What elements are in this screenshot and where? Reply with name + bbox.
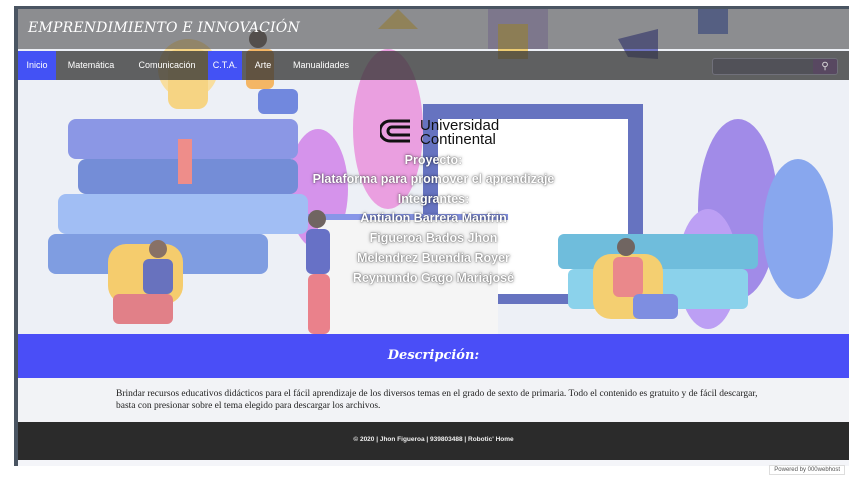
member-3: Melendrez Buendia Royer: [357, 251, 510, 265]
member-1: Antialon Barrera Manfrin: [360, 211, 507, 225]
project-name: Plataforma para promover el aprendizaje: [312, 172, 555, 186]
nav-item-manualidades[interactable]: Manualidades: [286, 51, 356, 80]
nav-item-arte[interactable]: Arte: [246, 51, 280, 80]
powered-by-badge[interactable]: Powered by 000webhost: [769, 465, 845, 475]
nav-item-matematica[interactable]: Matemática: [58, 51, 124, 80]
university-logo-icon: [380, 119, 410, 143]
hero-banner: EMPRENDIMIENTO E INNOVACIÓN Inicio Matem…: [18, 9, 849, 334]
description-section: Brindar recursos educativos didácticos p…: [18, 378, 849, 422]
footer-copyright: © 2020 | Jhon Figueroa | 939803488 | Rob…: [353, 436, 514, 443]
search-icon[interactable]: ⚲: [813, 59, 837, 74]
site-footer: © 2020 | Jhon Figueroa | 939803488 | Rob…: [18, 422, 849, 460]
members-label: Integrantes:: [397, 192, 470, 206]
nav-item-cta[interactable]: C.T.A.: [208, 51, 242, 80]
description-title: Descripción:: [387, 348, 480, 363]
main-navbar: Inicio Matemática Comunicación C.T.A. Ar…: [18, 51, 849, 80]
member-4: Reymundo Gago Mariajosé: [352, 271, 515, 285]
description-text: Brindar recursos educativos didácticos p…: [116, 389, 758, 411]
university-logo: Universidad Continental: [380, 117, 520, 148]
member-2: Figueroa Bados Jhon: [369, 231, 498, 245]
site-header: EMPRENDIMIENTO E INNOVACIÓN: [18, 9, 849, 49]
site-title[interactable]: EMPRENDIMIENTO E INNOVACIÓN: [28, 20, 300, 36]
nav-item-inicio[interactable]: Inicio: [18, 51, 56, 80]
nav-item-comunicacion[interactable]: Comunicación: [128, 51, 206, 80]
description-header: Descripción:: [18, 334, 849, 378]
project-label: Proyecto:: [404, 153, 463, 167]
logo-line2: Continental: [420, 131, 496, 148]
search-input[interactable]: ⚲: [712, 58, 838, 75]
browser-frame: EMPRENDIMIENTO E INNOVACIÓN Inicio Matem…: [14, 6, 849, 466]
